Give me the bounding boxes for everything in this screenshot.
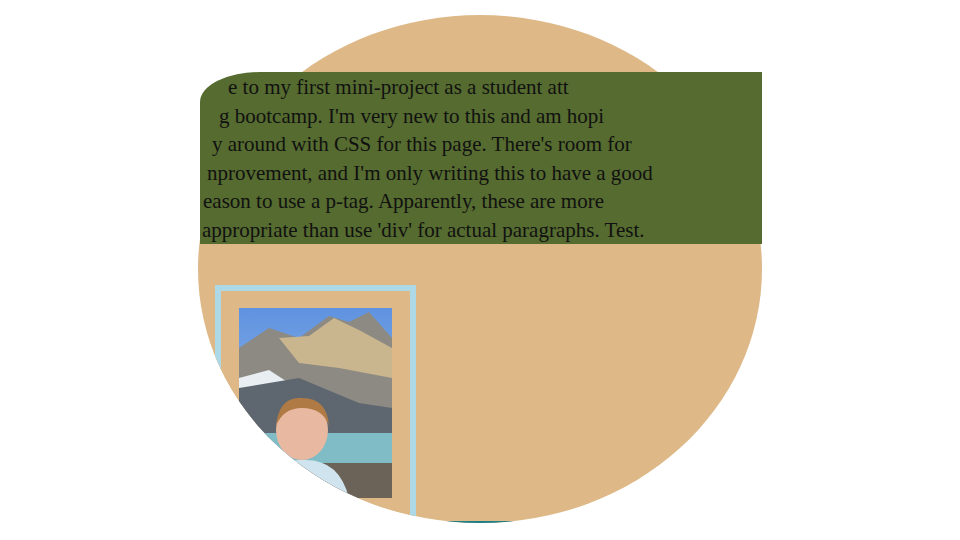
paragraph-line: appropriate than use 'div' for actual pa… <box>200 216 762 245</box>
portrait-photo-icon <box>239 308 392 498</box>
teal-block <box>440 521 520 523</box>
paragraph-line: g bootcamp. I'm very new to this and am … <box>200 102 762 131</box>
photo-frame <box>215 285 416 521</box>
page: e to my first mini-project as a student … <box>198 0 762 523</box>
paragraph-line: y around with CSS for this page. There's… <box>200 130 762 159</box>
paragraph-line: e to my first mini-project as a student … <box>200 73 762 102</box>
intro-paragraph: e to my first mini-project as a student … <box>200 72 762 244</box>
paragraph-line: nprovement, and I'm only writing this to… <box>200 159 762 188</box>
paragraph-line: eason to use a p-tag. Apparently, these … <box>200 187 762 216</box>
